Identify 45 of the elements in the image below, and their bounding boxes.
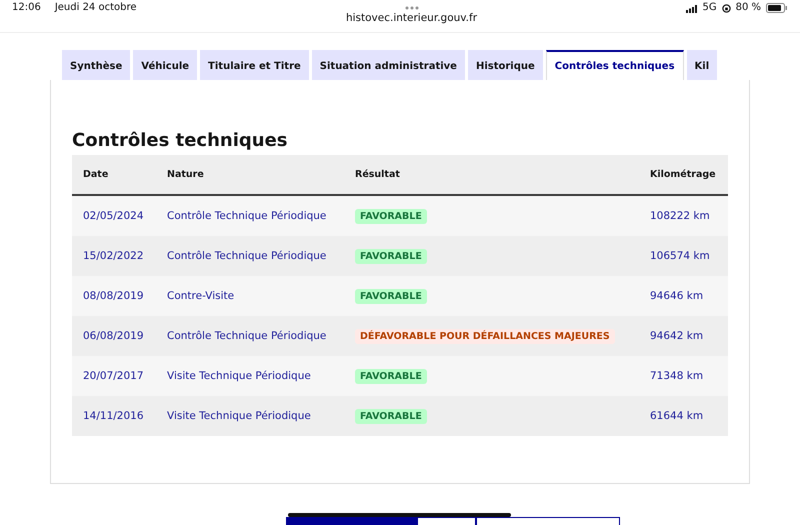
mileage-cell-text: 94646 km — [650, 290, 704, 302]
column-header: Date — [83, 169, 110, 180]
clock-time: 12:06 — [12, 2, 41, 15]
result-badge: FAVORABLE — [355, 248, 427, 264]
date-cell-text: 14/11/2016 — [83, 410, 145, 422]
mileage-cell-text: 71348 km — [650, 370, 704, 382]
date-cell-text: 08/08/2019 — [83, 290, 145, 302]
column-header: Nature — [167, 169, 205, 180]
mileage-cell-text: 61644 km — [650, 410, 704, 422]
nature-cell-text: Visite Technique Périodique — [167, 370, 312, 382]
result-badge: FAVORABLE — [355, 408, 427, 424]
column-header: Résultat — [355, 169, 401, 180]
date-cell-text: 15/02/2022 — [83, 250, 145, 262]
network-text: 5G — [702, 2, 717, 13]
nature-cell-text: Contrôle Technique Périodique — [167, 330, 328, 342]
column-header: Kilométrage — [650, 169, 717, 180]
date-cell-text: 02/05/2024 — [83, 210, 145, 222]
date-text: Jeudi 24 octobre — [54, 2, 137, 15]
tab[interactable]: Contrôles techniques — [546, 50, 684, 80]
tab[interactable]: Kil — [686, 50, 718, 80]
result-badge: DÉFAVORABLE POUR DÉFAILLANCES MAJEURES — [355, 328, 615, 344]
date-cell-text: 06/08/2019 — [83, 330, 145, 342]
battery-text: 80 % — [736, 2, 761, 13]
tab[interactable]: Situation administrative — [312, 50, 465, 80]
nature-cell-text: Contrôle Technique Périodique — [167, 250, 328, 262]
nature-cell-text: Contrôle Technique Périodique — [167, 210, 328, 222]
result-badge: FAVORABLE — [355, 208, 427, 224]
nature-cell-text: Contre-Visite — [167, 290, 236, 302]
tab[interactable]: Titulaire et Titre — [200, 50, 309, 80]
lock-rotation-icon — [722, 4, 731, 13]
tab[interactable]: Véhicule — [133, 50, 198, 80]
mileage-cell-text: 94642 km — [650, 330, 704, 342]
tab[interactable]: Historique — [468, 50, 543, 80]
result-badge: FAVORABLE — [355, 288, 427, 304]
address-text[interactable]: histovec.interieur.gouv.fr — [346, 12, 478, 24]
section-title: Contrôles techniques — [72, 130, 288, 151]
more-dots-icon[interactable] — [404, 6, 418, 10]
date-cell-text: 20/07/2017 — [83, 370, 145, 382]
signal-icon — [686, 5, 698, 13]
result-badge: FAVORABLE — [355, 368, 427, 384]
battery-icon — [766, 3, 788, 13]
mileage-cell-text: 106574 km — [650, 250, 711, 262]
tab[interactable]: Synthèse — [62, 50, 130, 80]
nature-cell-text: Visite Technique Périodique — [167, 410, 312, 422]
mileage-cell-text: 108222 km — [650, 210, 711, 222]
